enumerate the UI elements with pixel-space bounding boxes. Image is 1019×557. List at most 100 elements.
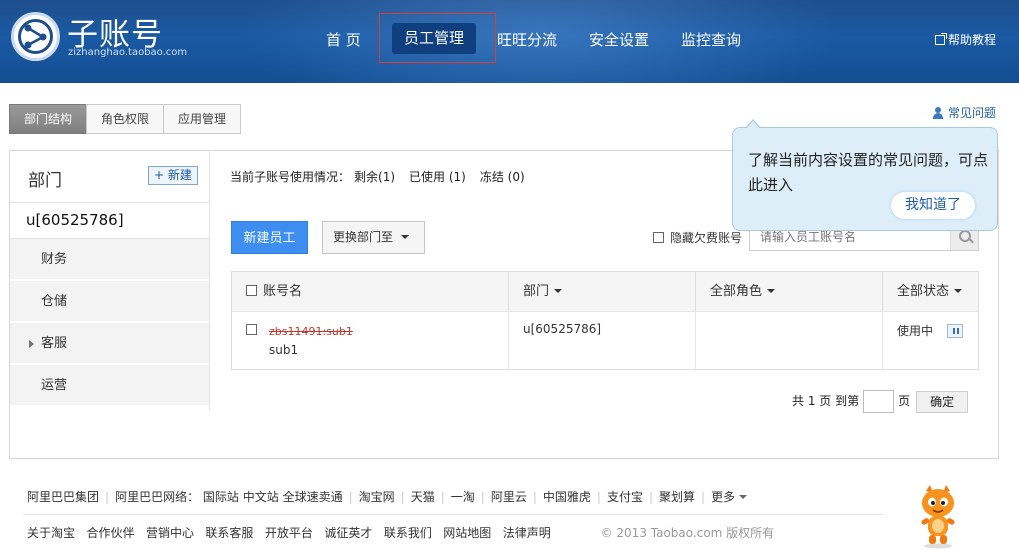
header-account: 账号名 <box>232 272 509 311</box>
sidebar-item-label: 运营 <box>41 378 68 393</box>
sidebar-root-department[interactable]: u[60525786] <box>10 203 209 239</box>
top-header: 子账号 zizhanghao.taobao.com 首 页 员工管理 旺旺分流 … <box>0 0 1019 83</box>
footer-link[interactable]: 诚征英才 <box>324 526 372 540</box>
pager-prefix: 共 1 页 到第 <box>792 394 860 408</box>
footer-link[interactable]: 全球速卖通 <box>283 490 343 504</box>
footer-link[interactable]: 中国雅虎 <box>543 490 591 504</box>
footer-link[interactable]: 聚划算 <box>659 490 695 504</box>
sidebar-title: 部门 <box>28 171 62 191</box>
tab-role-permissions[interactable]: 角色权限 <box>86 104 165 134</box>
page-number-input[interactable] <box>863 390 895 413</box>
cell-status: 使用中 <box>883 312 978 369</box>
header-roles-label: 全部角色 <box>710 284 763 299</box>
move-department-dropdown[interactable]: 更换部门至 <box>322 221 425 254</box>
sidebar-header: 部门 + 新建 <box>10 151 209 203</box>
header-account-label: 账号名 <box>263 284 303 299</box>
footer-link[interactable]: 中文站 <box>243 490 279 504</box>
usage-remaining: 剩余(1) <box>354 170 396 184</box>
footer: 阿里巴巴集团 | 阿里巴巴网络： 国际站 中文站 全球速卖通 | 淘宝网 | 天猫 | 一淘 | 阿… <box>0 480 1019 557</box>
move-department-label: 更换部门至 <box>333 230 394 244</box>
cell-department: u[60525786] <box>509 312 696 369</box>
sidebar-item-finance[interactable]: 财务 <box>10 239 209 281</box>
tooltip-text: 了解当前内容设置的常见问题，可点此进入 <box>748 151 989 194</box>
header-status-label: 全部状态 <box>897 284 950 299</box>
person-icon <box>932 107 945 119</box>
nav-home[interactable]: 首 页 <box>326 29 361 50</box>
usage-used: 已使用 (1) <box>409 170 466 184</box>
nav-highlight-outline <box>379 13 496 63</box>
header-all-roles[interactable]: 全部角色 <box>696 272 883 311</box>
footer-link[interactable]: 联系客服 <box>205 526 253 540</box>
help-tutorial-link[interactable]: 帮助教程 <box>935 31 996 48</box>
header-all-status[interactable]: 全部状态 <box>883 272 978 311</box>
nav-wangwang-routing[interactable]: 旺旺分流 <box>497 29 557 50</box>
logo-icon[interactable] <box>11 12 60 61</box>
footer-link[interactable]: 营销中心 <box>146 526 194 540</box>
hide-overdue-option[interactable]: 隐藏欠费账号 <box>653 229 742 246</box>
faq-link[interactable]: 常见问题 <box>932 104 996 121</box>
footer-more-link[interactable]: 更多 <box>711 490 735 504</box>
footer-link[interactable]: 淘宝网 <box>359 490 395 504</box>
new-department-button[interactable]: + 新建 <box>148 166 198 185</box>
pagination: 共 1 页 到第 页确定 <box>792 390 969 413</box>
sidebar-item-warehouse[interactable]: 仓储 <box>10 281 209 323</box>
pager-confirm-button[interactable]: 确定 <box>916 390 969 413</box>
logo-subtitle: zizhanghao.taobao.com <box>68 47 188 58</box>
copyright-text: © 2013 Taobao.com 版权所有 <box>600 526 775 540</box>
sidebar-item-label: 客服 <box>41 336 68 351</box>
footer-link[interactable]: 合作伙伴 <box>86 526 134 540</box>
chevron-down-icon <box>767 289 776 293</box>
chevron-down-icon <box>401 235 410 239</box>
header-department[interactable]: 部门 <box>509 272 696 311</box>
footer-divider <box>23 514 883 515</box>
nav-monitor-query[interactable]: 监控查询 <box>681 29 741 50</box>
chevron-down-icon <box>954 289 963 293</box>
account-name[interactable]: sub1 <box>269 343 298 357</box>
footer-link[interactable]: 天猫 <box>411 490 435 504</box>
tab-department-structure[interactable]: 部门结构 <box>9 104 88 134</box>
footer-links-row1: 阿里巴巴集团 | 阿里巴巴网络： 国际站 中文站 全球速卖通 | 淘宝网 | 天猫 | 一淘 | 阿… <box>27 488 748 505</box>
employee-table: 账号名 部门 全部角色 全部状态 zbs11491:sub1 sub1 u[60… <box>231 271 979 370</box>
expand-arrow-icon[interactable] <box>29 340 34 348</box>
chevron-down-icon <box>739 495 748 499</box>
footer-link[interactable]: 阿里巴巴集团 <box>27 490 99 504</box>
faq-label: 常见问题 <box>948 106 997 120</box>
table-header-row: 账号名 部门 全部角色 全部状态 <box>232 272 978 312</box>
sidebar-item-label: 仓储 <box>41 294 68 309</box>
usage-summary: 当前子账号使用情况： 剩余(1) 已使用 (1) 冻结 (0) <box>230 168 539 185</box>
table-row: zbs11491:sub1 sub1 u[60525786] 使用中 <box>232 312 978 369</box>
row-checkbox[interactable] <box>246 324 257 335</box>
chevron-down-icon <box>554 289 563 293</box>
footer-link[interactable]: 阿里云 <box>491 490 527 504</box>
footer-link[interactable]: 开放平台 <box>265 526 313 540</box>
nav-security-settings[interactable]: 安全设置 <box>589 29 649 50</box>
footer-links-row2: 关于淘宝 合作伙伴 营销中心 联系客服 开放平台 诚征英才 联系我们 网站地图 … <box>27 524 774 541</box>
select-all-checkbox[interactable] <box>246 285 257 296</box>
tab-app-management[interactable]: 应用管理 <box>163 104 242 134</box>
department-sidebar: 部门 + 新建 u[60525786] 财务 仓储 客服 运营 <box>10 151 210 410</box>
faq-tooltip: 了解当前内容设置的常见问题，可点此进入 我知道了 <box>732 119 998 231</box>
hide-overdue-checkbox[interactable] <box>653 232 664 243</box>
footer-link[interactable]: 一淘 <box>451 490 475 504</box>
status-text: 使用中 <box>897 324 934 338</box>
footer-link[interactable]: 国际站 <box>203 490 239 504</box>
mascot-icon <box>916 483 960 549</box>
footer-link[interactable]: 关于淘宝 <box>27 526 75 540</box>
new-employee-button[interactable]: 新建员工 <box>231 221 308 254</box>
footer-label: 阿里巴巴网络： <box>115 490 200 504</box>
pause-icon[interactable] <box>947 324 964 338</box>
footer-link[interactable]: 支付宝 <box>607 490 643 504</box>
help-tutorial-label: 帮助教程 <box>948 33 997 47</box>
tab-bar: 部门结构 角色权限 应用管理 <box>9 104 242 134</box>
footer-link[interactable]: 网站地图 <box>443 526 491 540</box>
footer-link[interactable]: 法律声明 <box>503 526 551 540</box>
external-link-icon <box>935 33 947 45</box>
hide-overdue-label: 隐藏欠费账号 <box>670 231 743 245</box>
cell-account: zbs11491:sub1 sub1 <box>232 312 509 369</box>
usage-label: 当前子账号使用情况： <box>230 170 351 184</box>
footer-link[interactable]: 联系我们 <box>384 526 432 540</box>
sidebar-item-operations[interactable]: 运营 <box>10 365 209 407</box>
usage-frozen: 冻结 (0) <box>479 170 525 184</box>
sidebar-item-customer-service[interactable]: 客服 <box>10 323 209 365</box>
tooltip-dismiss-button[interactable]: 我知道了 <box>891 192 975 219</box>
